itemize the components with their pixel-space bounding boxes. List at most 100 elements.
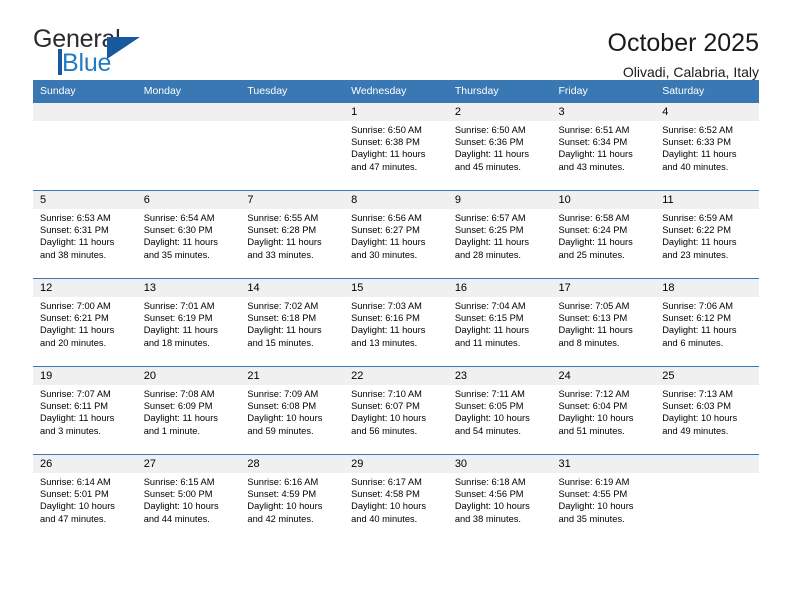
- calendar-page: General Blue October 2025 Olivadi, Calab…: [0, 0, 792, 612]
- title-block: October 2025 Olivadi, Calabria, Italy: [608, 27, 760, 81]
- calendar-day-cell[interactable]: 10 Sunrise: 6:58 AM Sunset: 6:24 PM Dayligh…: [551, 190, 656, 279]
- sunrise-text: Sunrise: 7:04 AM: [454, 301, 526, 311]
- day-number: 28: [240, 455, 345, 473]
- calendar-day-cell[interactable]: 9 Sunrise: 6:57 AM Sunset: 6:25 PM Daylight…: [447, 190, 552, 279]
- sunset-text: Sunset: 6:33 PM: [662, 137, 731, 148]
- daylight-text-line1: Daylight: 11 hours: [40, 325, 115, 336]
- day-details: Sunrise: 6:15 AM Sunset: 5:00 PM Daylight:…: [137, 473, 241, 525]
- calendar-day-cell[interactable]: 2 Sunrise: 6:50 AM Sunset: 6:36 PM Daylight…: [447, 102, 552, 191]
- daylight-text-line1: Daylight: 10 hours: [143, 501, 219, 512]
- daylight-text-line2: and 28 minutes.: [454, 249, 521, 260]
- sunrise-text: Sunrise: 6:16 AM: [247, 477, 319, 487]
- day-number: 19: [33, 367, 137, 385]
- calendar-day-cell[interactable]: 24 Sunrise: 7:12 AM Sunset: 6:04 PM Dayligh…: [551, 366, 656, 455]
- daylight-text-line2: and 45 minutes.: [454, 161, 521, 172]
- calendar-day-cell[interactable]: 20 Sunrise: 7:08 AM Sunset: 6:09 PM Dayligh…: [136, 366, 241, 455]
- daylight-text-line1: Daylight: 10 hours: [454, 501, 530, 512]
- calendar-day-cell[interactable]: 6 Sunrise: 6:54 AM Sunset: 6:30 PM Daylight…: [136, 190, 241, 279]
- sunset-text: Sunset: 6:05 PM: [454, 401, 524, 412]
- sunrise-text: Sunrise: 6:56 AM: [351, 213, 422, 223]
- calendar-day-cell[interactable]: 25 Sunrise: 7:13 AM Sunset: 6:03 PM Dayligh…: [655, 366, 759, 455]
- day-details: Sunrise: 7:03 AM Sunset: 6:16 PM Daylight:…: [344, 297, 448, 349]
- sunrise-text: Sunrise: 6:50 AM: [351, 125, 422, 135]
- calendar-day-cell[interactable]: 28 Sunrise: 6:16 AM Sunset: 4:59 PM Dayligh…: [240, 454, 345, 543]
- sunrise-text: Sunrise: 6:57 AM: [454, 213, 526, 223]
- calendar-day-cell[interactable]: 27 Sunrise: 6:15 AM Sunset: 5:00 PM Dayligh…: [136, 454, 241, 543]
- sunrise-text: Sunrise: 7:05 AM: [558, 301, 630, 311]
- calendar-day-cell[interactable]: 16 Sunrise: 7:04 AM Sunset: 6:15 PM Dayligh…: [447, 278, 552, 367]
- sunrise-text: Sunrise: 6:55 AM: [247, 213, 319, 223]
- sunset-text: Sunset: 6:04 PM: [558, 401, 628, 412]
- calendar-day-cell-empty: [240, 102, 345, 191]
- calendar-day-cell[interactable]: 26 Sunrise: 6:14 AM Sunset: 5:01 PM Dayligh…: [33, 454, 137, 543]
- day-details: Sunrise: 6:54 AM Sunset: 6:30 PM Daylight:…: [137, 209, 241, 261]
- daylight-text-line1: Daylight: 10 hours: [454, 413, 530, 424]
- day-details: Sunrise: 6:59 AM Sunset: 6:22 PM Daylight:…: [655, 209, 759, 261]
- daylight-text-line2: and 30 minutes.: [351, 249, 418, 260]
- day-number: [655, 455, 759, 473]
- day-number: 14: [240, 279, 345, 297]
- daylight-text-line1: Daylight: 11 hours: [40, 413, 115, 424]
- calendar-day-cell[interactable]: 19 Sunrise: 7:07 AM Sunset: 6:11 PM Dayligh…: [33, 366, 137, 455]
- daylight-text-line1: Daylight: 11 hours: [143, 413, 218, 424]
- calendar-day-cell[interactable]: 17 Sunrise: 7:05 AM Sunset: 6:13 PM Dayligh…: [551, 278, 656, 367]
- day-details: Sunrise: 6:19 AM Sunset: 4:55 PM Daylight:…: [552, 473, 656, 525]
- day-number: 13: [136, 279, 241, 297]
- calendar-day-cell[interactable]: 11 Sunrise: 6:59 AM Sunset: 6:22 PM Dayligh…: [655, 190, 759, 279]
- calendar-day-cell[interactable]: 13 Sunrise: 7:01 AM Sunset: 6:19 PM Dayligh…: [136, 278, 241, 367]
- daylight-text-line2: and 47 minutes.: [40, 513, 107, 524]
- calendar-day-cell[interactable]: 15 Sunrise: 7:03 AM Sunset: 6:16 PM Dayligh…: [344, 278, 448, 367]
- calendar-day-cell[interactable]: 12 Sunrise: 7:00 AM Sunset: 6:21 PM Dayligh…: [33, 278, 137, 367]
- day-number: 20: [136, 367, 241, 385]
- daylight-text-line2: and 8 minutes.: [558, 337, 620, 348]
- calendar-day-cell[interactable]: 14 Sunrise: 7:02 AM Sunset: 6:18 PM Dayligh…: [240, 278, 345, 367]
- calendar-day-cell[interactable]: 4 Sunrise: 6:52 AM Sunset: 6:33 PM Daylight…: [655, 102, 759, 191]
- sunset-text: Sunset: 6:21 PM: [40, 313, 109, 324]
- weekday-header-saturday: Saturday: [655, 80, 759, 103]
- calendar-day-cell[interactable]: 18 Sunrise: 7:06 AM Sunset: 6:12 PM Dayligh…: [655, 278, 759, 367]
- calendar-week-row: 5 Sunrise: 6:53 AM Sunset: 6:31 PM Daylight…: [33, 190, 759, 279]
- daylight-text-line2: and 11 minutes.: [454, 337, 521, 348]
- day-details: Sunrise: 6:56 AM Sunset: 6:27 PM Daylight:…: [344, 209, 448, 261]
- daylight-text-line2: and 51 minutes.: [558, 425, 625, 436]
- day-details: Sunrise: 7:13 AM Sunset: 6:03 PM Daylight:…: [655, 385, 759, 437]
- day-number: 8: [344, 191, 448, 209]
- day-number: [136, 103, 241, 121]
- sunset-text: Sunset: 4:56 PM: [454, 489, 524, 500]
- calendar-day-cell[interactable]: 3 Sunrise: 6:51 AM Sunset: 6:34 PM Daylight…: [551, 102, 656, 191]
- day-details: Sunrise: 6:18 AM Sunset: 4:56 PM Daylight:…: [448, 473, 552, 525]
- sunset-text: Sunset: 6:03 PM: [662, 401, 731, 412]
- sunrise-text: Sunrise: 6:54 AM: [143, 213, 215, 223]
- calendar-day-cell[interactable]: 31 Sunrise: 6:19 AM Sunset: 4:55 PM Dayligh…: [551, 454, 656, 543]
- calendar-day-cell[interactable]: 29 Sunrise: 6:17 AM Sunset: 4:58 PM Dayligh…: [344, 454, 448, 543]
- day-number: 5: [33, 191, 137, 209]
- daylight-text-line2: and 15 minutes.: [247, 337, 314, 348]
- calendar-day-cell[interactable]: 1 Sunrise: 6:50 AM Sunset: 6:38 PM Daylight…: [344, 102, 448, 191]
- calendar-day-cell[interactable]: 7 Sunrise: 6:55 AM Sunset: 6:28 PM Daylight…: [240, 190, 345, 279]
- daylight-text-line1: Daylight: 11 hours: [662, 237, 737, 248]
- daylight-text-line2: and 49 minutes.: [662, 425, 729, 436]
- general-blue-logo[interactable]: General Blue: [33, 27, 153, 79]
- daylight-text-line2: and 25 minutes.: [558, 249, 625, 260]
- day-details: Sunrise: 7:11 AM Sunset: 6:05 PM Daylight:…: [448, 385, 552, 437]
- calendar-day-cell[interactable]: 23 Sunrise: 7:11 AM Sunset: 6:05 PM Dayligh…: [447, 366, 552, 455]
- calendar-day-cell[interactable]: 8 Sunrise: 6:56 AM Sunset: 6:27 PM Daylight…: [344, 190, 448, 279]
- day-number: 10: [551, 191, 656, 209]
- calendar-day-cell[interactable]: 21 Sunrise: 7:09 AM Sunset: 6:08 PM Dayligh…: [240, 366, 345, 455]
- weekday-header-monday: Monday: [136, 80, 241, 103]
- day-number: [33, 103, 137, 121]
- day-number: 4: [655, 103, 759, 121]
- sunset-text: Sunset: 6:15 PM: [454, 313, 524, 324]
- calendar-day-cell[interactable]: 30 Sunrise: 6:18 AM Sunset: 4:56 PM Dayligh…: [447, 454, 552, 543]
- day-number: 12: [33, 279, 137, 297]
- day-details: Sunrise: 7:08 AM Sunset: 6:09 PM Daylight:…: [137, 385, 241, 437]
- sunrise-text: Sunrise: 7:08 AM: [143, 389, 215, 399]
- daylight-text-line1: Daylight: 11 hours: [558, 237, 633, 248]
- sunset-text: Sunset: 6:13 PM: [558, 313, 628, 324]
- sunset-text: Sunset: 6:09 PM: [143, 401, 213, 412]
- day-number: 7: [240, 191, 345, 209]
- daylight-text-line2: and 6 minutes.: [662, 337, 724, 348]
- day-number: 6: [136, 191, 241, 209]
- calendar-day-cell[interactable]: 5 Sunrise: 6:53 AM Sunset: 6:31 PM Daylight…: [33, 190, 137, 279]
- calendar-day-cell[interactable]: 22 Sunrise: 7:10 AM Sunset: 6:07 PM Dayligh…: [344, 366, 448, 455]
